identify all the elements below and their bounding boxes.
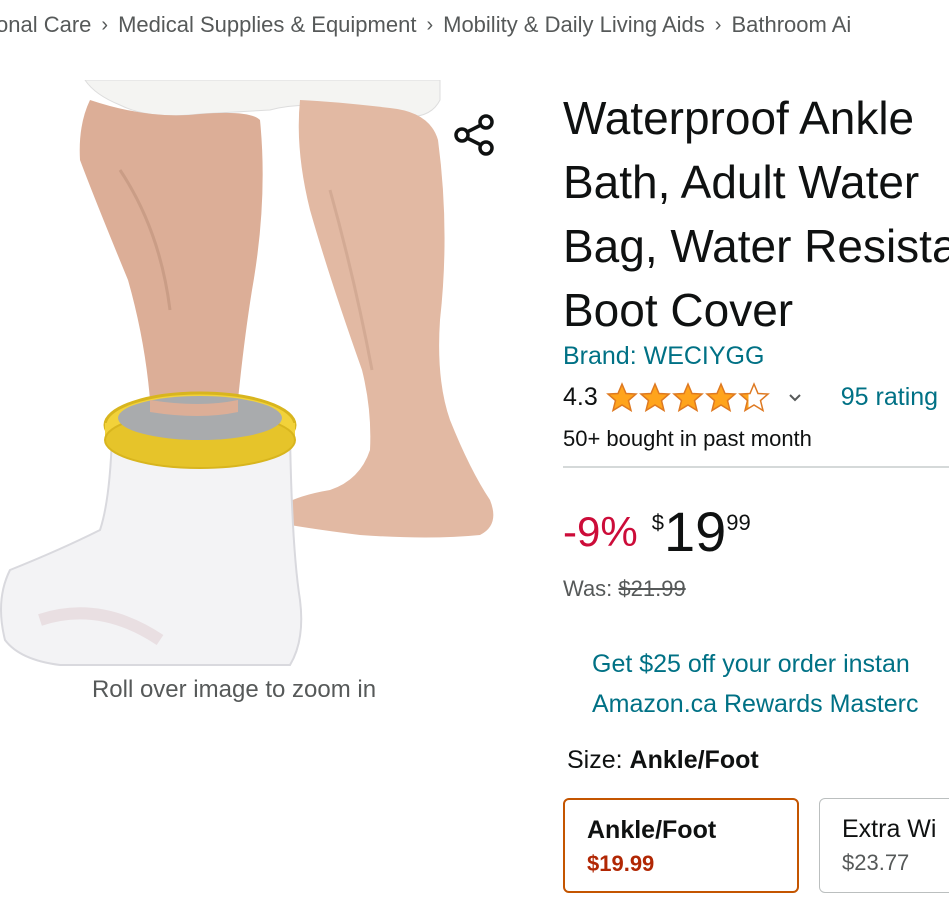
product-title: Waterproof Ankle Bath, Adult Water Bag, … <box>563 86 949 342</box>
rating-value: 4.3 <box>563 382 598 411</box>
breadcrumb: onal Care › Medical Supplies & Equipment… <box>0 12 851 38</box>
size-option-name: Extra Wi <box>842 815 937 843</box>
was-price-row: Was: $21.99 <box>563 576 686 602</box>
was-price: $21.99 <box>618 576 686 601</box>
star-icon <box>671 382 704 412</box>
share-icon <box>454 114 494 156</box>
product-page: onal Care › Medical Supplies & Equipment… <box>0 0 949 911</box>
size-label-text: Size: <box>567 746 630 774</box>
bought-in-past-month: 50+ bought in past month <box>563 426 812 451</box>
product-title-line: Waterproof Ankle <box>563 92 915 144</box>
price-block: -9% $ 19 99 <box>563 500 751 564</box>
size-selected-value: Ankle/Foot <box>629 746 759 774</box>
brand-link[interactable]: Brand: WECIYGG <box>563 342 764 371</box>
discount-percent: -9% <box>563 508 638 555</box>
breadcrumb-separator: › <box>426 13 434 36</box>
share-button[interactable] <box>450 110 500 160</box>
star-icon <box>638 382 671 412</box>
size-option-name: Ankle/Foot <box>587 816 717 844</box>
star-icon <box>605 382 638 412</box>
rewards-promo-link[interactable]: Get $25 off your order instan Amazon.ca … <box>592 644 919 724</box>
product-image[interactable] <box>0 80 520 680</box>
price-fraction: 99 <box>726 510 751 535</box>
size-label: Size: Ankle/Foot <box>567 746 759 775</box>
product-title-line: Bag, Water Resista <box>563 220 949 272</box>
was-label: Was: <box>563 576 619 601</box>
product-title-line: Bath, Adult Water <box>563 156 920 208</box>
star-icon <box>737 382 770 412</box>
breadcrumb-separator: › <box>101 13 109 36</box>
breadcrumb-separator: › <box>714 13 722 36</box>
breadcrumb-item-mobility-aids[interactable]: Mobility & Daily Living Aids <box>443 12 705 38</box>
promo-line: Amazon.ca Rewards Masterc <box>592 690 919 718</box>
price-whole: 19 <box>663 500 727 563</box>
breadcrumb-item-personal-care[interactable]: onal Care <box>0 12 91 38</box>
ratings-count-link[interactable]: 95 rating <box>841 383 938 412</box>
rating-row: 4.3 95 rating <box>563 382 938 412</box>
zoom-hint: Roll over image to zoom in <box>91 676 377 703</box>
product-title-line: Boot Cover <box>563 284 794 336</box>
breadcrumb-item-bathroom-aids[interactable]: Bathroom Ai <box>731 12 851 38</box>
size-option-price: $23.77 <box>842 850 910 875</box>
size-option-ankle-foot[interactable]: Ankle/Foot $19.99 <box>563 798 799 893</box>
size-option-price: $19.99 <box>587 851 655 876</box>
chevron-down-icon[interactable] <box>785 387 805 407</box>
price-currency: $ <box>651 510 664 535</box>
star-rating[interactable] <box>605 382 771 412</box>
size-option-extra-wide[interactable]: Extra Wi $23.77 <box>819 798 949 893</box>
star-icon <box>704 382 737 412</box>
breadcrumb-item-medical-supplies[interactable]: Medical Supplies & Equipment <box>118 12 416 38</box>
divider <box>563 466 949 468</box>
promo-line: Get $25 off your order instan <box>592 650 910 678</box>
